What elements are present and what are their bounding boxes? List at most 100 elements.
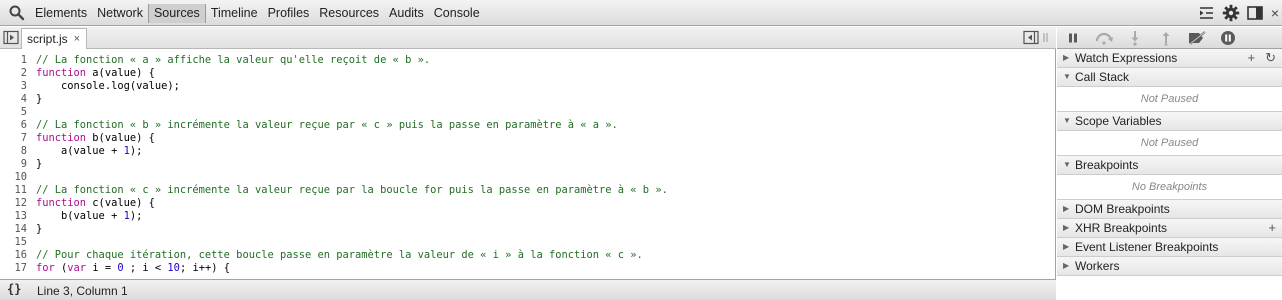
line-number[interactable]: 14 [0, 223, 31, 236]
code-lines[interactable]: // La fonction « a » affiche la valeur q… [36, 54, 668, 275]
code-line[interactable]: } [36, 223, 668, 236]
triangle-down-icon: ▼ [1063, 160, 1071, 169]
pane-header-workers[interactable]: ▶ Workers [1057, 257, 1282, 276]
close-tab-icon[interactable]: × [74, 33, 80, 45]
debugger-controls [1057, 27, 1282, 49]
step-into-icon[interactable] [1124, 29, 1146, 47]
pane-header-scope-variables[interactable]: ▼ Scope Variables [1057, 112, 1282, 131]
code-token: } [36, 93, 43, 105]
line-number[interactable]: 12 [0, 197, 31, 210]
code-token: b(value + [36, 210, 124, 222]
code-line[interactable]: function a(value) { [36, 67, 668, 80]
close-icon[interactable]: × [1268, 2, 1282, 24]
pause-icon[interactable] [1062, 29, 1084, 47]
refresh-icon[interactable]: ↻ [1265, 49, 1276, 67]
pane-body-scope-variables: Not Paused [1057, 131, 1282, 156]
line-number[interactable]: 3 [0, 80, 31, 93]
triangle-right-icon: ▶ [1063, 261, 1070, 270]
code-line[interactable]: // La fonction « c » incrémente la valeu… [36, 184, 668, 197]
code-line[interactable]: // La fonction « b » incrémente la valeu… [36, 119, 668, 132]
pane-header-xhr-breakpoints[interactable]: ▶ XHR Breakpoints + [1057, 219, 1282, 238]
code-token: // La fonction « c » incrémente la valeu… [36, 184, 668, 196]
deactivate-breakpoints-icon[interactable] [1186, 29, 1208, 47]
pane-header-watch-expressions[interactable]: ▶ Watch Expressions + ↻ [1057, 49, 1282, 68]
line-number[interactable]: 16 [0, 249, 31, 262]
code-line[interactable] [36, 236, 668, 249]
pane-header-breakpoints[interactable]: ▼ Breakpoints [1057, 156, 1282, 175]
tab-sources[interactable]: Sources [147, 3, 206, 23]
pretty-print-button[interactable]: {} [7, 282, 21, 296]
code-line[interactable]: for (var i = 0 ; i < 10; i++) { [36, 262, 668, 275]
step-over-icon[interactable] [1093, 29, 1115, 47]
code-line[interactable]: b(value + 1); [36, 210, 668, 223]
line-number[interactable]: 13 [0, 210, 31, 223]
line-number[interactable]: 15 [0, 236, 31, 249]
line-number[interactable]: 9 [0, 158, 31, 171]
code-line[interactable]: // La fonction « a » affiche la valeur q… [36, 54, 668, 67]
tab-audits[interactable]: Audits [384, 4, 429, 23]
source-editor-panel: script.js × 1 2 3 4 5 6 7 8 9 10 11 12 13 14 15 16 17 //… [0, 27, 1056, 300]
code-line[interactable]: a(value + 1); [36, 145, 668, 158]
line-number[interactable]: 10 [0, 171, 31, 184]
code-line[interactable] [36, 171, 668, 184]
code-token: a(value) { [86, 67, 155, 79]
line-number[interactable]: 17 [0, 262, 31, 275]
pane-actions: + ↻ [1238, 49, 1277, 67]
pane-title: DOM Breakpoints [1075, 202, 1170, 216]
pane-title: Watch Expressions [1075, 51, 1178, 65]
file-tab-script-js[interactable]: script.js × [21, 28, 88, 49]
code-token: function [36, 132, 87, 144]
tab-network[interactable]: Network [92, 4, 148, 23]
resize-grip-icon[interactable] [1042, 30, 1050, 45]
line-number[interactable]: 11 [0, 184, 31, 197]
line-number-gutter[interactable]: 1 2 3 4 5 6 7 8 9 10 11 12 13 14 15 16 17 [0, 54, 31, 275]
code-line[interactable]: function b(value) { [36, 132, 668, 145]
line-number[interactable]: 2 [0, 67, 31, 80]
pane-header-dom-breakpoints[interactable]: ▶ DOM Breakpoints [1057, 200, 1282, 219]
line-number[interactable]: 4 [0, 93, 31, 106]
settings-gear-icon[interactable] [1220, 2, 1242, 24]
code-token: ; i++) { [179, 262, 230, 274]
code-line[interactable] [36, 106, 668, 119]
navigator-toggle-icon[interactable] [3, 30, 19, 45]
code-token: c(value) { [86, 197, 155, 209]
toolbar-right-controls: × [1194, 0, 1282, 26]
code-token: } [36, 223, 43, 235]
code-token: i = [86, 262, 118, 274]
step-out-icon[interactable] [1155, 29, 1177, 47]
pane-title: XHR Breakpoints [1075, 221, 1168, 235]
code-token: function [36, 67, 87, 79]
tab-console[interactable]: Console [429, 4, 485, 23]
tab-timeline[interactable]: Timeline [206, 4, 263, 23]
code-line[interactable]: } [36, 93, 668, 106]
pane-header-event-listener-breakpoints[interactable]: ▶ Event Listener Breakpoints [1057, 238, 1282, 257]
code-token: function [36, 197, 87, 209]
debugger-toggle-icon[interactable] [1023, 30, 1039, 45]
code-editor[interactable]: 1 2 3 4 5 6 7 8 9 10 11 12 13 14 15 16 17 // La fonction… [0, 50, 1056, 299]
drawer-toggle-icon[interactable] [1196, 2, 1218, 24]
magnifier-icon[interactable] [8, 4, 26, 22]
line-number[interactable]: 1 [0, 54, 31, 67]
panel-tabs: Elements Network Sources Timeline Profil… [30, 0, 485, 26]
tab-resources[interactable]: Resources [314, 4, 384, 23]
line-number[interactable]: 6 [0, 119, 31, 132]
code-line[interactable]: console.log(value); [36, 80, 668, 93]
pause-on-exceptions-icon[interactable] [1217, 29, 1239, 47]
pane-header-call-stack[interactable]: ▼ Call Stack [1057, 68, 1282, 87]
tab-profiles[interactable]: Profiles [263, 4, 315, 23]
dock-icon[interactable] [1244, 2, 1266, 24]
code-token: 10 [167, 262, 180, 274]
add-icon[interactable]: + [1248, 49, 1256, 67]
code-line[interactable]: // Pour chaque itération, cette boucle p… [36, 249, 668, 262]
tab-elements[interactable]: Elements [30, 4, 92, 23]
pane-title: Breakpoints [1075, 158, 1139, 172]
line-number[interactable]: 8 [0, 145, 31, 158]
triangle-right-icon: ▶ [1063, 53, 1070, 62]
line-number[interactable]: 7 [0, 132, 31, 145]
add-icon[interactable]: + [1268, 219, 1276, 237]
file-tab-bar: script.js × [0, 27, 1056, 49]
code-token: // La fonction « b » incrémente la valeu… [36, 119, 618, 131]
code-line[interactable]: function c(value) { [36, 197, 668, 210]
line-number[interactable]: 5 [0, 106, 31, 119]
code-line[interactable]: } [36, 158, 668, 171]
